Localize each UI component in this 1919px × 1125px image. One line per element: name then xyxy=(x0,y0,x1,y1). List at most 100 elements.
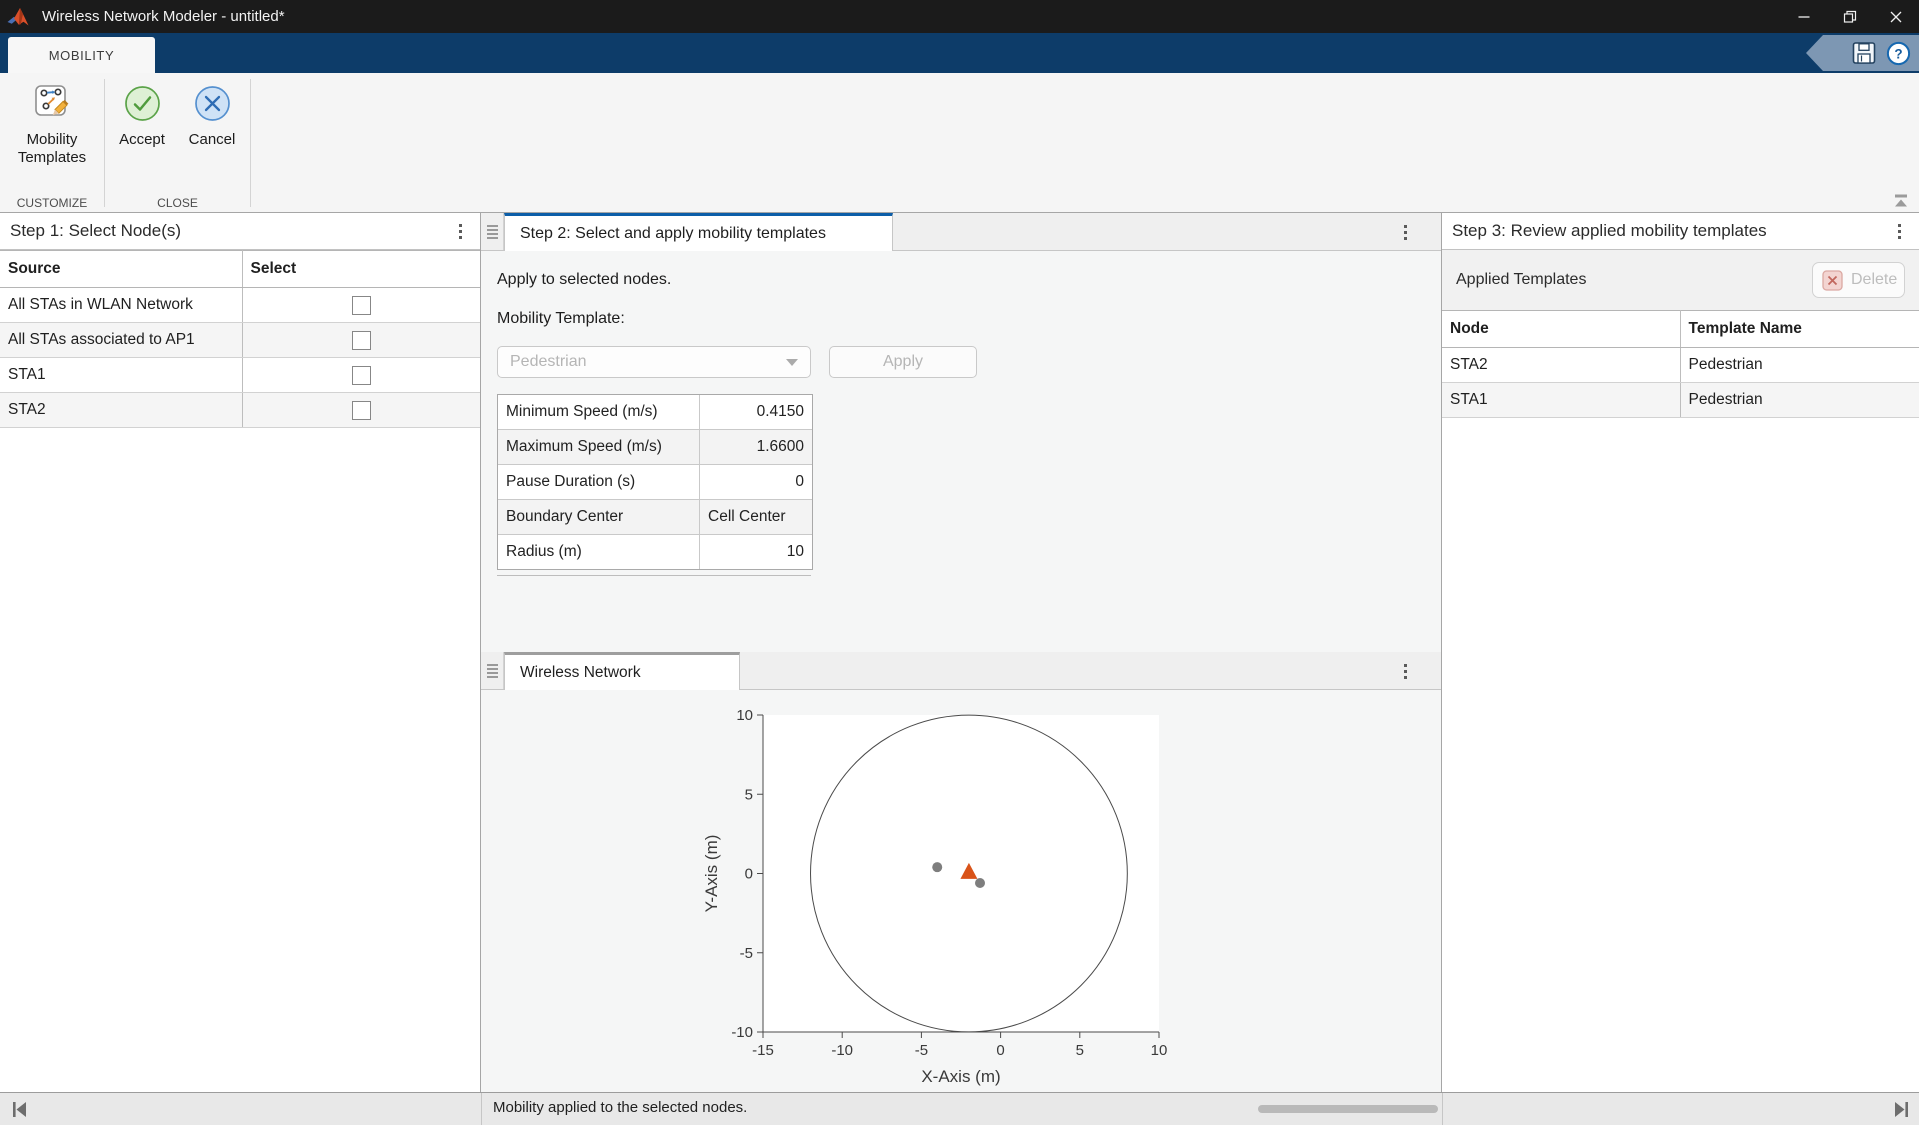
source-cell: STA1 xyxy=(0,358,242,393)
step3-menu-kebab-icon[interactable] xyxy=(1890,219,1909,244)
matlab-logo-icon xyxy=(6,5,32,31)
column-header-source: Source xyxy=(0,251,242,288)
close-button[interactable] xyxy=(1873,0,1919,33)
svg-text:0: 0 xyxy=(745,866,753,883)
status-bar: Mobility applied to the selected nodes. xyxy=(0,1092,1919,1125)
template-parameters-table: Minimum Speed (m/s) 0.4150 Maximum Speed… xyxy=(497,394,813,570)
ribbon-section-divider xyxy=(104,79,105,207)
title-bar: Wireless Network Modeler - untitled* xyxy=(0,0,1919,33)
source-cell: STA2 xyxy=(0,393,242,428)
toolstrip-tab-row: MOBILITY ? xyxy=(0,33,1919,73)
applied-templates-table: Node Template Name STA2 Pedestrian STA1 … xyxy=(1442,310,1919,418)
status-bar-divider xyxy=(1442,1093,1443,1125)
param-name: Radius (m) xyxy=(498,535,700,570)
step1-title: Step 1: Select Node(s) xyxy=(10,221,181,241)
template-cell: Pedestrian xyxy=(1680,348,1919,383)
ribbon-section-divider xyxy=(250,79,251,207)
wireless-network-modeler-window: Wireless Network Modeler - untitled* MOB… xyxy=(0,0,1919,1125)
mobility-template-label: Mobility Template: xyxy=(497,310,625,328)
svg-text:-5: -5 xyxy=(915,1042,928,1059)
table-footer-line xyxy=(497,572,811,576)
node-checkbox[interactable] xyxy=(352,296,371,315)
table-row[interactable]: STA1 Pedestrian xyxy=(1442,383,1919,418)
restore-button[interactable] xyxy=(1827,0,1873,33)
cancel-button[interactable]: Cancel xyxy=(184,80,240,149)
window-title: Wireless Network Modeler - untitled* xyxy=(42,8,285,25)
param-name: Boundary Center xyxy=(498,500,700,535)
column-header-node: Node xyxy=(1442,311,1680,348)
node-selection-table: Source Select All STAs in WLAN Network A… xyxy=(0,250,480,428)
svg-text:5: 5 xyxy=(745,786,753,803)
step2-menu-kebab-icon[interactable] xyxy=(1396,220,1415,245)
accept-label: Accept xyxy=(119,131,165,149)
minimize-button[interactable] xyxy=(1781,0,1827,33)
node-checkbox[interactable] xyxy=(352,366,371,385)
param-name: Maximum Speed (m/s) xyxy=(498,430,700,465)
cancel-x-icon xyxy=(194,80,231,126)
table-row[interactable]: STA2 Pedestrian xyxy=(1442,348,1919,383)
svg-text:5: 5 xyxy=(1076,1042,1084,1059)
svg-text:0: 0 xyxy=(996,1042,1004,1059)
skip-to-start-icon[interactable] xyxy=(10,1101,30,1118)
main-area: Step 1: Select Node(s) Source Select All… xyxy=(0,213,1919,1092)
panel-grip-handle[interactable] xyxy=(481,652,504,689)
param-value: 1.6600 xyxy=(700,430,813,465)
accept-button[interactable]: Accept xyxy=(114,80,170,149)
svg-text:10: 10 xyxy=(1151,1042,1168,1059)
cancel-label: Cancel xyxy=(189,131,236,149)
panel-grip-handle[interactable] xyxy=(481,213,504,250)
grip-icon xyxy=(487,664,498,678)
param-value: 0 xyxy=(700,465,813,500)
param-value: Cell Center xyxy=(700,500,813,535)
node-checkbox[interactable] xyxy=(352,401,371,420)
delete-button[interactable]: Delete xyxy=(1812,262,1905,298)
source-cell: All STAs in WLAN Network xyxy=(0,288,242,323)
column-header-select: Select xyxy=(242,251,480,288)
svg-text:10: 10 xyxy=(736,707,753,724)
applied-templates-toolbar: Applied Templates Delete xyxy=(1442,250,1919,310)
customize-section-label: CUSTOMIZE xyxy=(0,196,104,210)
horizontal-scrollbar-thumb[interactable] xyxy=(1258,1105,1438,1113)
collapse-ribbon-icon[interactable] xyxy=(1891,193,1911,209)
delete-x-icon xyxy=(1822,270,1843,291)
svg-text:-10: -10 xyxy=(831,1042,853,1059)
source-cell: All STAs associated to AP1 xyxy=(0,323,242,358)
param-value: 10 xyxy=(700,535,813,570)
grip-icon xyxy=(487,225,498,239)
svg-text:-5: -5 xyxy=(740,945,753,962)
skip-to-end-icon[interactable] xyxy=(1891,1101,1911,1118)
apply-hint-text: Apply to selected nodes. xyxy=(497,271,671,289)
svg-text:-10: -10 xyxy=(731,1024,753,1041)
tab-mobility[interactable]: MOBILITY xyxy=(8,37,155,73)
help-icon[interactable]: ? xyxy=(1886,41,1911,66)
template-cell: Pedestrian xyxy=(1680,383,1919,418)
quick-access-toolbar: ? xyxy=(1806,35,1919,71)
tab-wireless-network[interactable]: Wireless Network xyxy=(504,652,740,690)
network-view-menu-kebab-icon[interactable] xyxy=(1396,659,1415,684)
node-checkbox[interactable] xyxy=(352,331,371,350)
tab-step2[interactable]: Step 2: Select and apply mobility templa… xyxy=(504,213,893,251)
node-cell: STA1 xyxy=(1442,383,1680,418)
svg-text:-15: -15 xyxy=(752,1042,774,1059)
svg-text:?: ? xyxy=(1894,46,1902,61)
apply-button[interactable]: Apply xyxy=(829,346,977,378)
network-plot-canvas[interactable]: -10-50510-15-10-50510X-Axis (m)Y-Axis (m… xyxy=(481,690,1441,1093)
table-row: All STAs in WLAN Network xyxy=(0,288,480,323)
node-cell: STA2 xyxy=(1442,348,1680,383)
network-plot-area: -10-50510-15-10-50510X-Axis (m)Y-Axis (m… xyxy=(481,690,1441,1092)
mobility-template-dropdown[interactable]: Pedestrian xyxy=(497,346,811,378)
dropdown-value: Pedestrian xyxy=(510,353,587,371)
applied-templates-label: Applied Templates xyxy=(1456,271,1586,289)
step1-panel: Step 1: Select Node(s) Source Select All… xyxy=(0,213,481,1092)
delete-label: Delete xyxy=(1851,271,1897,289)
step1-menu-kebab-icon[interactable] xyxy=(451,219,470,244)
step2-panel: Step 2: Select and apply mobility templa… xyxy=(481,213,1442,1092)
table-row: STA1 xyxy=(0,358,480,393)
save-icon[interactable] xyxy=(1851,40,1877,66)
step3-title: Step 3: Review applied mobility template… xyxy=(1452,221,1767,241)
table-row: STA2 xyxy=(0,393,480,428)
accept-check-icon xyxy=(124,80,161,126)
close-section-label: CLOSE xyxy=(105,196,250,210)
mobility-templates-button[interactable]: Mobility Templates xyxy=(6,80,98,167)
column-header-template-name: Template Name xyxy=(1680,311,1919,348)
